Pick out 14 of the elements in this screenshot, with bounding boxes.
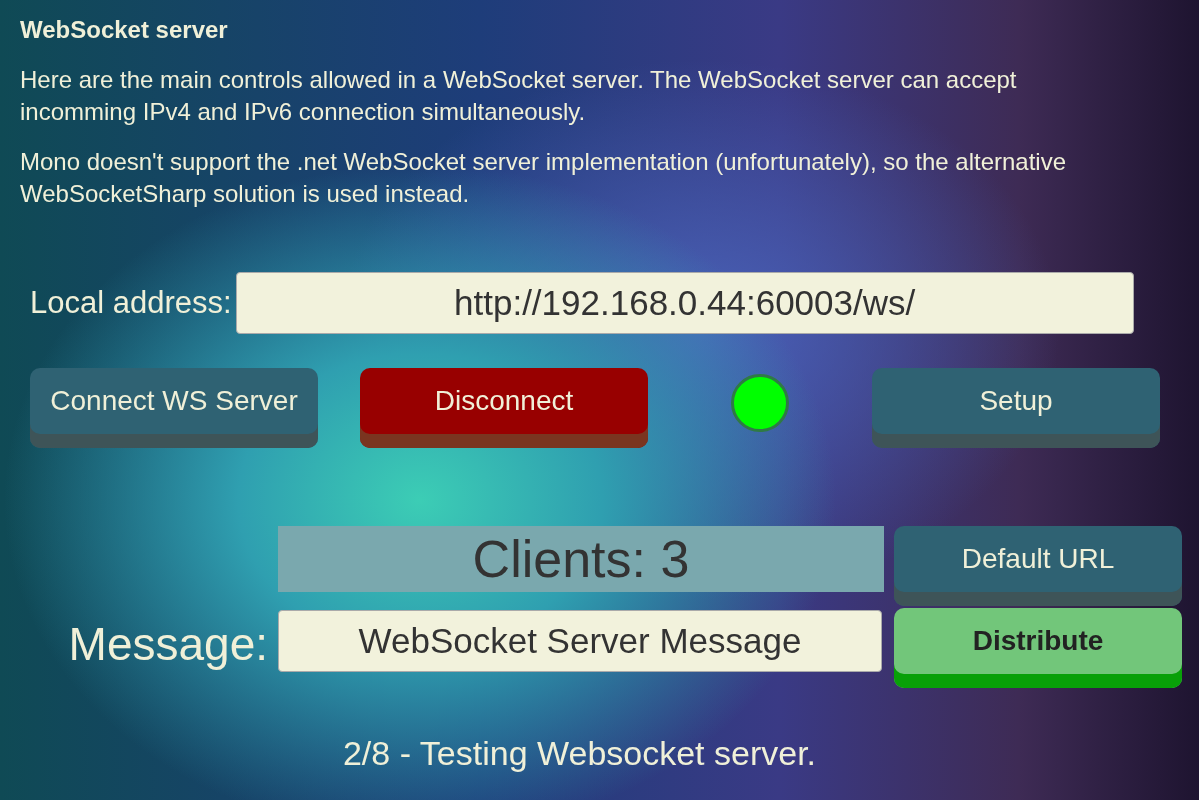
description-paragraph: Mono doesn't support the .net WebSocket server implementation (unfortunately), so the alternative WebSocketSharp solution is used instead. [20,147,1068,209]
address-field[interactable]: http://192.168.0.44:60003/ws/ [235,272,1134,334]
footer-status: 2/8 - Testing Websocket server. [342,734,817,773]
message-label: Message: [68,617,268,671]
page-title: WebSocket server [20,15,228,45]
disconnect-button[interactable]: Disconnect [360,368,648,448]
distribute-button[interactable]: Distribute [894,608,1182,688]
connect-button[interactable]: Connect WS Server [30,368,318,448]
description-paragraph: Here are the main controls allowed in a WebSocket server. The WebSocket server can accept incomming IPv4 and IPv6 connection simultaneously. [20,65,1018,127]
default-url-button[interactable]: Default URL [894,526,1182,606]
setup-button[interactable]: Setup [872,368,1160,448]
message-field[interactable]: WebSocket Server Message [278,610,882,672]
clients-count: Clients: 3 [278,526,884,592]
address-label: Local address: [30,285,232,321]
